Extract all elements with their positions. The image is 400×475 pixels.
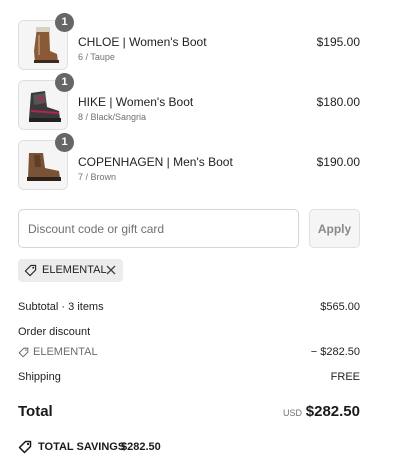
item-name: CHLOE | Women's Boot: [78, 35, 207, 49]
subtotal-label: Subtotal · 3 items: [18, 301, 104, 313]
apply-discount-button[interactable]: Apply: [309, 209, 360, 248]
quantity-badge: 1: [55, 133, 74, 152]
discount-code-label: ELEMENTAL: [33, 346, 98, 358]
item-variant: 7 / Brown: [78, 172, 117, 182]
total-value: $282.50: [305, 403, 360, 420]
product-thumbnail-wrap: 1: [18, 13, 74, 70]
tag-icon: [24, 264, 37, 277]
product-thumbnail-wrap: 1: [18, 133, 74, 190]
line-item-copenhagen: 1 COPENHAGEN | Men's Boot 7 / Brown $190…: [18, 133, 360, 190]
order-discount-label: Order discount: [18, 326, 91, 338]
shipping-value: FREE: [330, 371, 360, 383]
item-variant: 6 / Taupe: [78, 52, 115, 62]
item-price: $180.00: [316, 95, 360, 109]
item-name: COPENHAGEN | Men's Boot: [78, 155, 233, 169]
tag-icon: [18, 347, 29, 358]
total-currency: USD: [282, 408, 302, 418]
total-savings-label: TOTAL SAVINGS: [38, 441, 126, 453]
item-variant: 8 / Black/Sangria: [78, 112, 147, 122]
subtotal-value: $565.00: [320, 301, 360, 313]
discount-code-input[interactable]: [18, 209, 299, 248]
applied-code-label: ELEMENTAL: [42, 264, 107, 276]
line-item-chloe: 1 CHLOE | Women's Boot 6 / Taupe $195.00: [18, 13, 360, 70]
tag-icon: [18, 440, 32, 454]
item-name: HIKE | Women's Boot: [78, 95, 194, 109]
line-item-hike: 1 HIKE | Women's Boot 8 / Black/Sangria …: [18, 73, 360, 130]
item-price: $195.00: [316, 35, 360, 49]
applied-discount-chip: ELEMENTAL: [18, 259, 123, 282]
item-price: $190.00: [316, 155, 360, 169]
discount-value: − $282.50: [310, 346, 360, 358]
quantity-badge: 1: [55, 13, 74, 32]
product-thumbnail-wrap: 1: [18, 73, 74, 130]
shipping-label: Shipping: [18, 371, 61, 383]
quantity-badge: 1: [55, 73, 74, 92]
total-savings-value: $282.50: [121, 441, 161, 453]
remove-discount-icon[interactable]: [105, 264, 117, 276]
total-label: Total: [18, 403, 53, 420]
